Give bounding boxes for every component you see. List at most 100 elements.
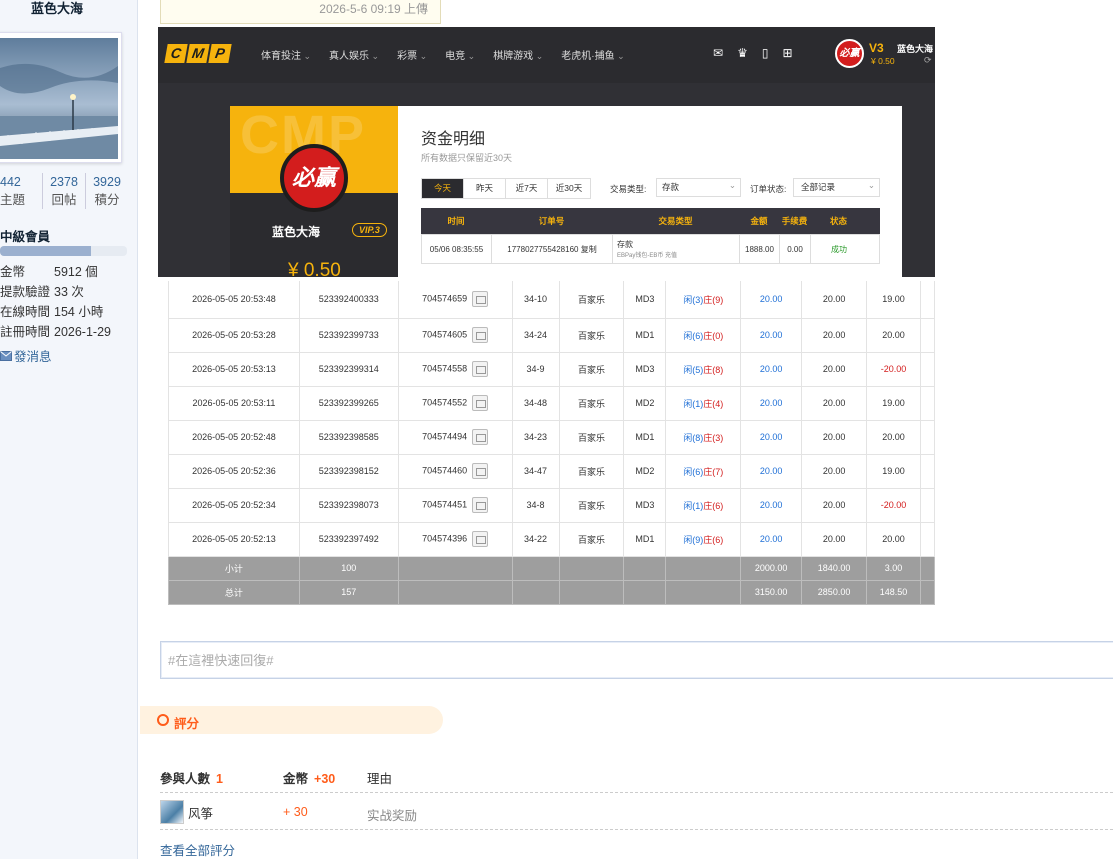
bet-round: 704574396: [397, 521, 513, 557]
bet-amount: 20.00: [740, 317, 803, 353]
bet-time: 2026-05-05 20:52:36: [168, 453, 300, 489]
bet-game: 百家乐: [558, 385, 625, 421]
tab-yesterday: 昨天: [464, 179, 506, 198]
stat-points[interactable]: 3929 積分: [86, 173, 128, 209]
bet-md: MD3: [623, 351, 667, 387]
avatar-image: [0, 38, 118, 159]
round-number: 704574396: [422, 533, 468, 544]
quick-reply-box[interactable]: [160, 641, 1113, 679]
bet-table-id: 34-24: [511, 317, 560, 353]
logo-letter: P: [208, 44, 232, 63]
bet-game: 百家乐: [558, 317, 625, 353]
bet-game: 百家乐: [558, 453, 625, 489]
cmp-body: CMP 必赢 蓝色大海 VIP.3 ¥ 0.50 资金明细 所有数据只保留近30…: [158, 83, 935, 281]
player-result: 闲(1): [683, 398, 704, 409]
cell-order: 1778027755428160 复制: [492, 235, 613, 263]
subtotal-win: 3.00: [866, 555, 921, 581]
bet-time: 2026-05-05 20:53:11: [168, 385, 300, 421]
subtotal-bet: 2000.00: [740, 555, 803, 581]
banker-result: 庄(6): [703, 534, 724, 545]
user-group[interactable]: 中級會員: [0, 226, 50, 245]
bet-win: 20.00: [866, 521, 921, 557]
bet-amount: 20.00: [740, 521, 803, 557]
participants: 參與人數 1: [160, 768, 223, 787]
type-main: 存款: [617, 240, 633, 249]
order-status-select: 全部记录: [793, 177, 880, 197]
bet-row: 2026-05-05 20:53:48 523392400333 704574659…: [168, 281, 935, 319]
column-header: 时间: [447, 216, 465, 226]
avatar[interactable]: [0, 32, 122, 163]
author-info: 金幣 5912 個 提款驗證 33 次 在線時間 154 小時 註冊時間 2026-1-…: [0, 262, 138, 342]
info-key: 提款驗證: [0, 285, 51, 299]
video-replay-icon: [472, 497, 489, 513]
cell-status: 成功: [831, 244, 847, 254]
player-result: 闲(8): [683, 432, 704, 443]
bet-time: 2026-05-05 20:52:13: [168, 521, 300, 557]
attached-screenshot[interactable]: C M P 体育投注 真人娱乐 彩票 电竞 棋牌游戏 老虎机·捕鱼 ✉ ♛ ▯ …: [158, 27, 935, 608]
bet-amount: 20.00: [740, 385, 803, 421]
rating-summary-row: 參與人數 1 金幣 +30 理由: [160, 766, 1113, 793]
mail-icon: ✉: [713, 46, 724, 60]
banker-result: 庄(7): [703, 466, 724, 477]
trade-type-select: 存款: [656, 177, 741, 197]
cmp-nav-item: 电竞: [445, 47, 475, 62]
info-value: 154 小時: [54, 305, 104, 319]
card-logo: 必赢: [280, 144, 348, 212]
view-all-ratings-link[interactable]: 查看全部評分: [160, 840, 235, 859]
funds-table-header: 时间 订单号 交易类型 金额 手续费 状态: [421, 208, 880, 234]
bet-amount: 20.00: [740, 487, 803, 523]
logo-letter: C: [164, 44, 188, 63]
stat-topics[interactable]: 442 主題: [0, 173, 43, 209]
round-number: 704574494: [422, 431, 468, 442]
gift-icon: ⊞: [782, 46, 793, 60]
round-number: 704574451: [422, 499, 468, 510]
rater-avatar[interactable]: [160, 800, 184, 824]
bet-round: 704574451: [397, 487, 513, 523]
bet-result: 闲(1)庄(6): [665, 487, 742, 523]
bet-time: 2026-05-05 20:53:13: [168, 351, 300, 387]
round-number: 704574552: [422, 397, 468, 408]
total-count: 157: [298, 579, 399, 605]
info-key: 金幣: [0, 265, 26, 279]
total-win: 148.50: [866, 579, 921, 605]
cell-time: 05/06 08:35:55: [422, 235, 492, 263]
video-replay-icon: [472, 429, 489, 445]
send-message-link[interactable]: 發消息: [0, 346, 52, 365]
total-row: 总计 157 3150.00 2850.00 148.50: [168, 579, 935, 605]
stat-label: 積分: [94, 193, 120, 207]
order-status-label: 订单状态:: [750, 184, 787, 194]
bet-result: 闲(6)庄(7): [665, 453, 742, 489]
cmp-nav-item: 体育投注: [261, 47, 311, 62]
envelope-icon: [0, 350, 12, 361]
rater-name[interactable]: 风筝: [188, 803, 213, 822]
stat-replies[interactable]: 2378 回帖: [43, 173, 86, 209]
stat-value: 442: [0, 175, 21, 189]
subtotal-row: 小计 100 2000.00 1840.00 3.00: [168, 555, 935, 581]
author-name[interactable]: 蓝色大海: [0, 0, 114, 17]
quick-reply-input[interactable]: [161, 642, 1113, 678]
circle-icon: [157, 714, 169, 726]
bet-table-id: 34-9: [511, 351, 560, 387]
bet-round: 704574494: [397, 419, 513, 455]
bet-win: 19.00: [866, 281, 921, 319]
vip-level: V3: [869, 41, 884, 55]
video-replay-icon: [472, 531, 489, 547]
bet-row: 2026-05-05 20:52:36 523392398152 704574460…: [168, 453, 935, 489]
info-row: 在線時間 154 小時: [0, 302, 138, 322]
info-row: 金幣 5912 個: [0, 262, 138, 282]
card-vip-badge: VIP.3: [352, 223, 387, 237]
round-number: 704574605: [422, 329, 468, 340]
bet-number: 523392397492: [298, 521, 399, 557]
banker-result: 庄(0): [703, 330, 724, 341]
subtotal-count: 100: [298, 555, 399, 581]
bet-time: 2026-05-05 20:53:28: [168, 317, 300, 353]
coins-total-value: +30: [314, 772, 336, 786]
bet-md: MD1: [623, 317, 667, 353]
video-replay-icon: [472, 395, 489, 411]
bet-records-table: 2026-05-05 20:53:48 523392400333 704574659…: [168, 281, 935, 605]
stat-label: 主題: [0, 193, 26, 207]
column-header: 状态: [829, 216, 847, 226]
bet-md: MD3: [623, 281, 667, 319]
cmp-nav-item: 彩票: [397, 47, 427, 62]
info-key: 在線時間: [0, 305, 51, 319]
